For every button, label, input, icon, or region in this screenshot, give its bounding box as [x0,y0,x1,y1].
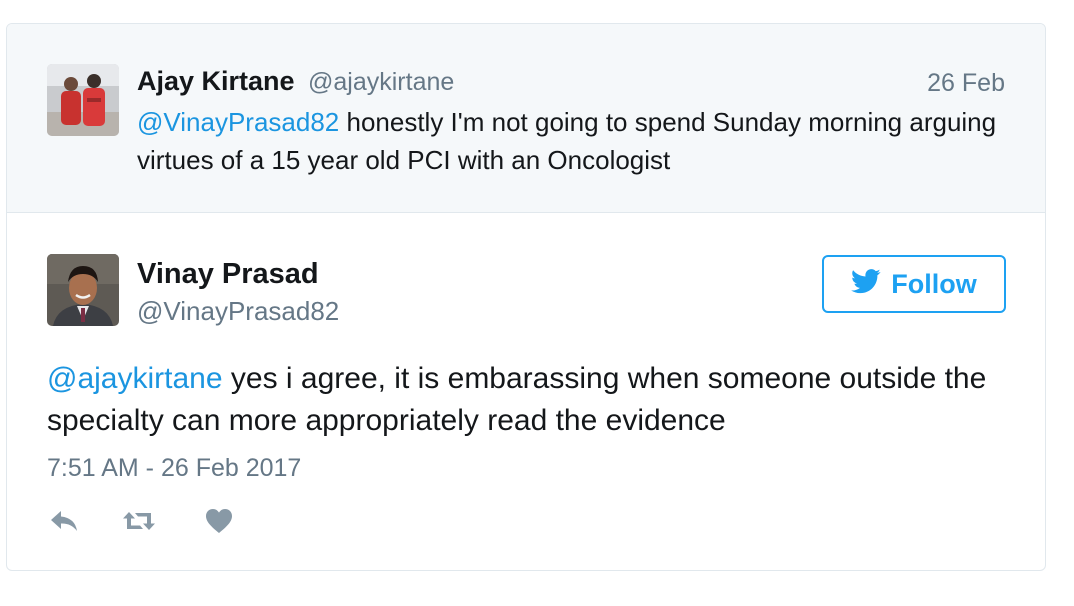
heart-icon[interactable] [205,508,233,539]
reply-icon[interactable] [49,508,79,539]
main-tweet-text: @ajaykirtane yes i agree, it is embarass… [47,358,1027,442]
parent-tweet-mention[interactable]: @VinayPrasad82 [137,107,339,137]
main-author-avatar[interactable] [47,254,119,326]
main-tweet-mention[interactable]: @ajaykirtane [47,362,223,395]
follow-button[interactable]: Follow [822,255,1006,313]
parent-author-avatar[interactable] [47,64,119,136]
embedded-tweet-card: Ajay Kirtane @ajaykirtane 26 Feb @VinayP… [6,23,1046,571]
parent-author-name[interactable]: Ajay Kirtane [137,66,295,97]
parent-tweet-date[interactable]: 26 Feb [927,69,1005,98]
parent-author-handle[interactable]: @ajaykirtane [308,68,454,97]
main-author-name[interactable]: Vinay Prasad [137,258,319,291]
parent-tweet-text: @VinayPrasad82 honestly I'm not going to… [137,103,997,179]
parent-tweet[interactable]: Ajay Kirtane @ajaykirtane 26 Feb @VinayP… [7,24,1045,213]
twitter-bird-icon [851,269,881,299]
tweet-timestamp[interactable]: 7:51 AM - 26 Feb 2017 [47,454,301,483]
main-author-handle[interactable]: @VinayPrasad82 [137,296,339,327]
retweet-icon[interactable] [121,508,157,539]
follow-button-label: Follow [891,268,977,299]
